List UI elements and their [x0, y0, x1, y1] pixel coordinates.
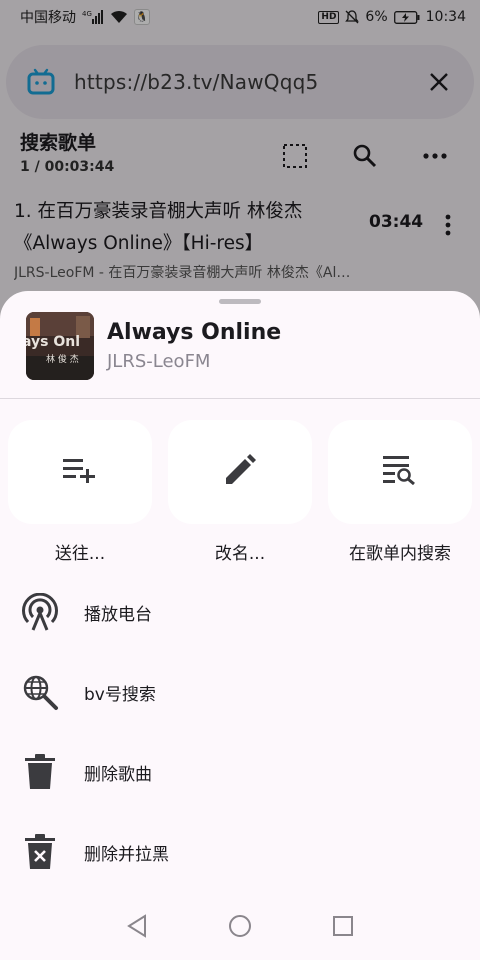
- rename-label: 改名...: [214, 544, 266, 564]
- list-search-icon: [383, 455, 417, 489]
- menu-item-delete-and-block[interactable]: 删除并拉黑: [0, 812, 480, 892]
- menu-label-delete-song: 删除歌曲: [84, 764, 152, 785]
- system-nav-bar: [0, 895, 480, 960]
- menu-item-delete-song[interactable]: 删除歌曲: [0, 732, 480, 812]
- sheet-song-title: Always Online: [107, 320, 282, 345]
- edit-pencil-icon: [223, 453, 257, 491]
- album-cover: ays Onl 林 俊 杰: [26, 312, 94, 380]
- menu-item-bv-search[interactable]: bv号搜索: [0, 652, 480, 732]
- send-to-label: 送往...: [54, 544, 106, 564]
- rename-button[interactable]: 改名...: [168, 420, 318, 564]
- trash-x-icon: [20, 832, 60, 872]
- action-tiles: 送往... 改名... 在歌单内搜索: [0, 420, 480, 564]
- recents-square-icon[interactable]: [332, 915, 354, 941]
- sheet-artist: JLRS-LeoFM: [107, 351, 211, 372]
- bottom-sheet: ays Onl 林 俊 杰 Always Online JLRS-LeoFM 送…: [0, 291, 480, 960]
- drag-handle[interactable]: [219, 299, 261, 304]
- sheet-song-header: ays Onl 林 俊 杰 Always Online JLRS-LeoFM: [26, 312, 466, 380]
- svg-text:ays Onl: ays Onl: [26, 334, 80, 350]
- send-to-button[interactable]: 送往...: [8, 420, 158, 564]
- back-triangle-icon[interactable]: [126, 913, 148, 942]
- menu-item-play-radio[interactable]: 播放电台: [0, 572, 480, 652]
- radio-antenna-icon: [20, 592, 60, 632]
- globe-search-icon: [20, 672, 60, 712]
- home-circle-icon[interactable]: [228, 914, 252, 942]
- svg-text:林 俊 杰: 林 俊 杰: [46, 353, 79, 365]
- playlist-add-icon: [63, 457, 97, 487]
- menu-label-play-radio: 播放电台: [84, 604, 152, 625]
- menu-label-delete-and-block: 删除并拉黑: [84, 844, 169, 865]
- search-in-playlist-button[interactable]: 在歌单内搜索: [328, 420, 478, 564]
- search-in-playlist-label: 在歌单内搜索: [349, 544, 451, 564]
- divider: [0, 398, 480, 399]
- sheet-menu: 播放电台 bv号搜索 删除歌曲 删除并拉黑: [0, 572, 480, 892]
- trash-icon: [20, 752, 60, 792]
- menu-label-bv-search: bv号搜索: [84, 684, 156, 705]
